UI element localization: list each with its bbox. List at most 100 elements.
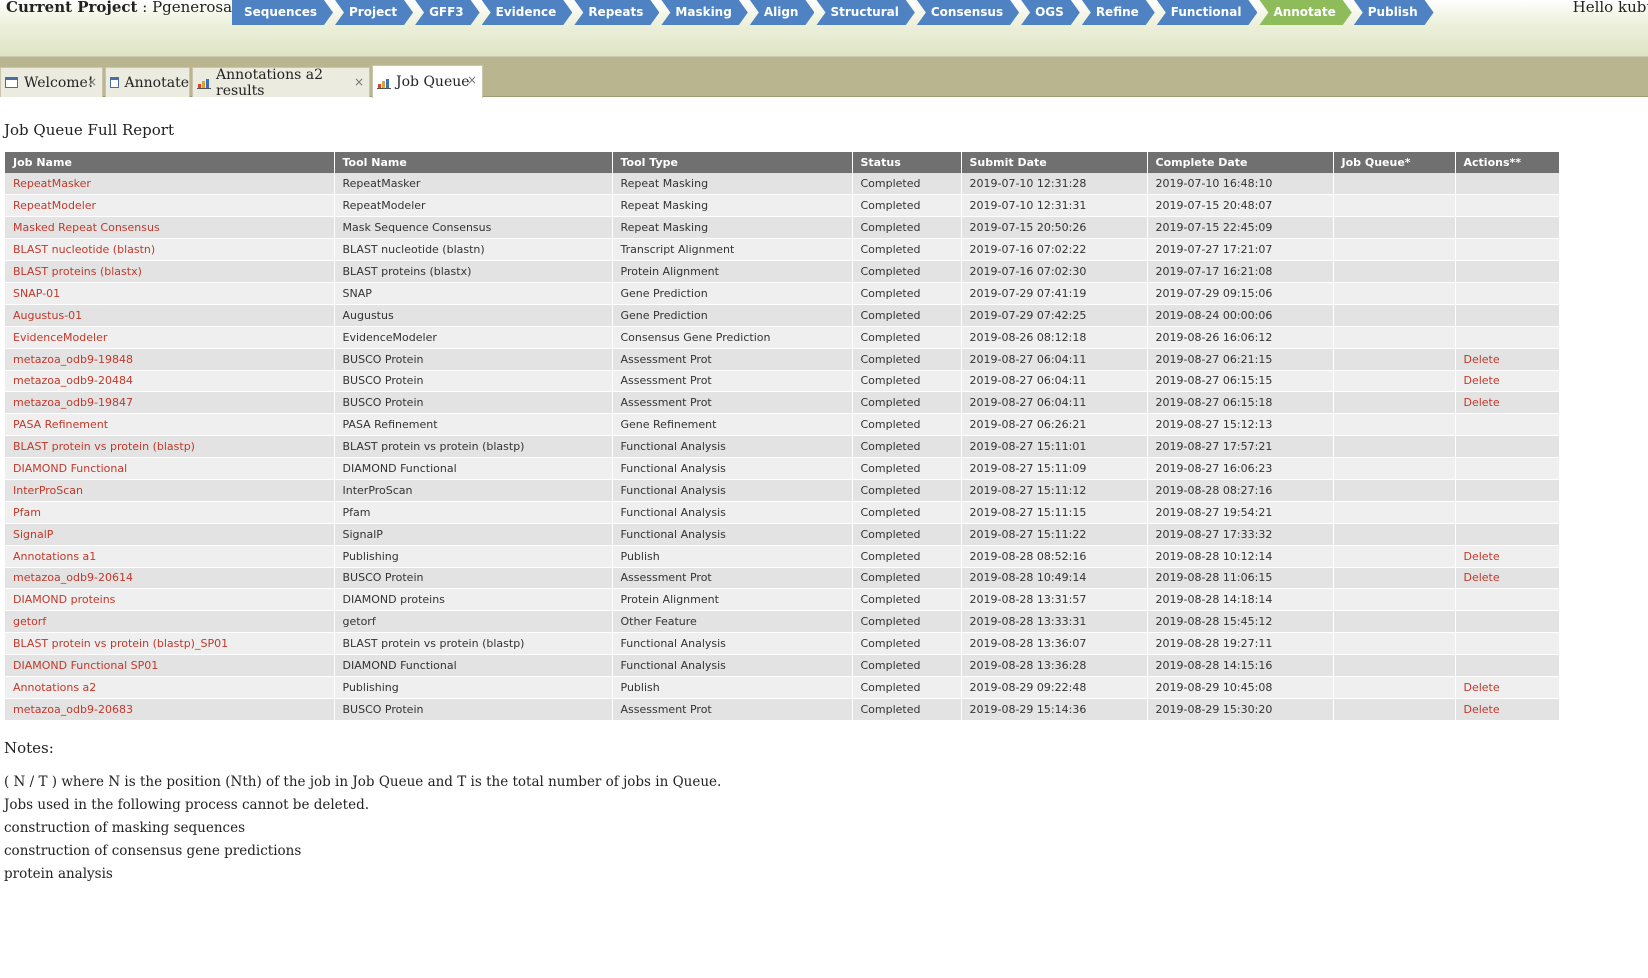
job-name-link[interactable]: InterProScan	[13, 484, 83, 497]
job-name-link[interactable]: PASA Refinement	[13, 418, 108, 431]
cell-actions	[1455, 238, 1560, 262]
step-repeats[interactable]: Repeats	[574, 0, 659, 25]
job-name-link[interactable]: metazoa_odb9-19847	[13, 396, 133, 409]
job-name-link[interactable]: Annotations a2	[13, 681, 96, 694]
step-align[interactable]: Align	[750, 0, 815, 25]
cell-tool-type: Gene Prediction	[612, 282, 853, 305]
cell-job-queue	[1333, 588, 1456, 612]
job-name-link[interactable]: SignalP	[13, 528, 53, 541]
step-consensus[interactable]: Consensus	[917, 0, 1019, 25]
step-annotate[interactable]: Annotate	[1259, 0, 1351, 25]
job-name-link[interactable]: SNAP-01	[13, 287, 60, 300]
step-structural[interactable]: Structural	[816, 0, 914, 25]
cell-status: Completed	[852, 370, 962, 393]
close-icon[interactable]: ×	[354, 75, 364, 89]
cell-submit-date: 2019-08-29 15:14:36	[961, 698, 1148, 721]
cell-submit-date: 2019-07-15 20:50:26	[961, 216, 1148, 240]
cell-tool-type: Gene Refinement	[612, 413, 853, 437]
column-header-submit-date[interactable]: Submit Date	[961, 152, 1148, 173]
step-masking[interactable]: Masking	[661, 0, 747, 25]
job-name-link[interactable]: metazoa_odb9-20614	[13, 571, 133, 584]
cell-status: Completed	[852, 676, 962, 699]
cell-job-queue	[1333, 457, 1456, 480]
job-name-link[interactable]: RepeatModeler	[13, 199, 96, 212]
notes-title: Notes:	[4, 739, 54, 757]
cell-status: Completed	[852, 567, 962, 590]
tab-label: Welcome!	[24, 74, 94, 91]
cell-actions	[1455, 654, 1560, 677]
current-project-separator: :	[137, 0, 153, 16]
cell-complete-date: 2019-07-15 22:45:09	[1147, 216, 1334, 240]
job-name-link[interactable]: metazoa_odb9-20683	[13, 703, 133, 716]
column-header-job-queue[interactable]: Job Queue*	[1333, 152, 1456, 173]
cell-tool-name: DIAMOND Functional	[334, 457, 613, 480]
step-functional[interactable]: Functional	[1157, 0, 1258, 25]
job-name-link[interactable]: getorf	[13, 615, 46, 628]
job-name-link[interactable]: EvidenceModeler	[13, 331, 107, 344]
tab-annotations-a2-results[interactable]: Annotations a2 results ×	[192, 67, 370, 99]
cell-submit-date: 2019-08-29 09:22:48	[961, 676, 1148, 699]
job-name-link[interactable]: Masked Repeat Consensus	[13, 221, 160, 234]
delete-link[interactable]: Delete	[1464, 681, 1500, 694]
workflow-steps: Sequences Project GFF3 Evidence Repeats Maski…	[232, 0, 1436, 25]
note-line: protein analysis	[4, 866, 113, 882]
step-gff3[interactable]: GFF3	[415, 0, 480, 25]
delete-link[interactable]: Delete	[1464, 353, 1500, 366]
column-header-actions[interactable]: Actions**	[1455, 152, 1560, 173]
cell-complete-date: 2019-08-27 16:06:23	[1147, 457, 1334, 480]
close-icon[interactable]: ×	[87, 75, 97, 89]
job-name-link[interactable]: BLAST protein vs protein (blastp)	[13, 440, 195, 453]
job-name-link[interactable]: DIAMOND Functional	[13, 462, 127, 475]
step-publish[interactable]: Publish	[1354, 0, 1434, 25]
cell-actions	[1455, 435, 1560, 459]
cell-status: Completed	[852, 304, 962, 327]
job-name-link[interactable]: DIAMOND proteins	[13, 593, 115, 606]
column-header-tool-name[interactable]: Tool Name	[334, 152, 613, 173]
close-icon[interactable]: ×	[467, 73, 477, 87]
delete-link[interactable]: Delete	[1464, 571, 1500, 584]
cell-tool-type: Assessment Prot	[612, 567, 853, 590]
cell-complete-date: 2019-07-29 09:15:06	[1147, 282, 1334, 305]
job-name-link[interactable]: Pfam	[13, 506, 41, 519]
job-name-link[interactable]: Annotations a1	[13, 550, 96, 563]
column-header-status[interactable]: Status	[852, 152, 962, 173]
tab-welcome[interactable]: Welcome! ×	[0, 67, 103, 97]
table-row: getorf getorf Other Feature Completed 2019-0…	[5, 610, 1560, 634]
delete-link[interactable]: Delete	[1464, 396, 1500, 409]
cell-tool-type: Transcript Alignment	[612, 238, 853, 262]
cell-job-name: metazoa_odb9-20484	[5, 370, 335, 393]
job-name-link[interactable]: BLAST protein vs protein (blastp)_SP01	[13, 637, 228, 650]
chart-icon	[377, 77, 391, 89]
job-name-link[interactable]: Augustus-01	[13, 309, 82, 322]
step-sequences[interactable]: Sequences	[232, 0, 333, 25]
job-name-link[interactable]: RepeatMasker	[13, 177, 91, 190]
delete-link[interactable]: Delete	[1464, 550, 1500, 563]
column-header-job-name[interactable]: Job Name	[5, 152, 335, 173]
column-header-complete-date[interactable]: Complete Date	[1147, 152, 1334, 173]
tab-job-queue[interactable]: Job Queue ×	[372, 65, 483, 98]
job-name-link[interactable]: BLAST nucleotide (blastn)	[13, 243, 155, 256]
cell-status: Completed	[852, 479, 962, 502]
cell-complete-date: 2019-08-28 14:18:14	[1147, 588, 1334, 612]
cell-job-name: metazoa_odb9-19848	[5, 348, 335, 371]
delete-link[interactable]: Delete	[1464, 374, 1500, 387]
cell-job-queue	[1333, 304, 1456, 327]
cell-job-name: Augustus-01	[5, 304, 335, 327]
job-name-link[interactable]: metazoa_odb9-20484	[13, 374, 133, 387]
job-name-link[interactable]: DIAMOND Functional SP01	[13, 659, 158, 672]
delete-link[interactable]: Delete	[1464, 703, 1500, 716]
step-project[interactable]: Project	[335, 0, 413, 25]
cell-tool-name: Pfam	[334, 501, 613, 524]
step-ogs[interactable]: OGS	[1021, 0, 1080, 25]
column-header-tool-type[interactable]: Tool Type	[612, 152, 853, 173]
cell-complete-date: 2019-08-28 11:06:15	[1147, 567, 1334, 590]
cell-tool-name: EvidenceModeler	[334, 326, 613, 349]
tab-annotate[interactable]: Annotate	[105, 67, 190, 97]
cell-status: Completed	[852, 698, 962, 721]
cell-tool-name: PASA Refinement	[334, 413, 613, 437]
job-name-link[interactable]: metazoa_odb9-19848	[13, 353, 133, 366]
step-refine[interactable]: Refine	[1082, 0, 1155, 25]
cell-status: Completed	[852, 501, 962, 524]
step-evidence[interactable]: Evidence	[482, 0, 573, 25]
job-name-link[interactable]: BLAST proteins (blastx)	[13, 265, 142, 278]
